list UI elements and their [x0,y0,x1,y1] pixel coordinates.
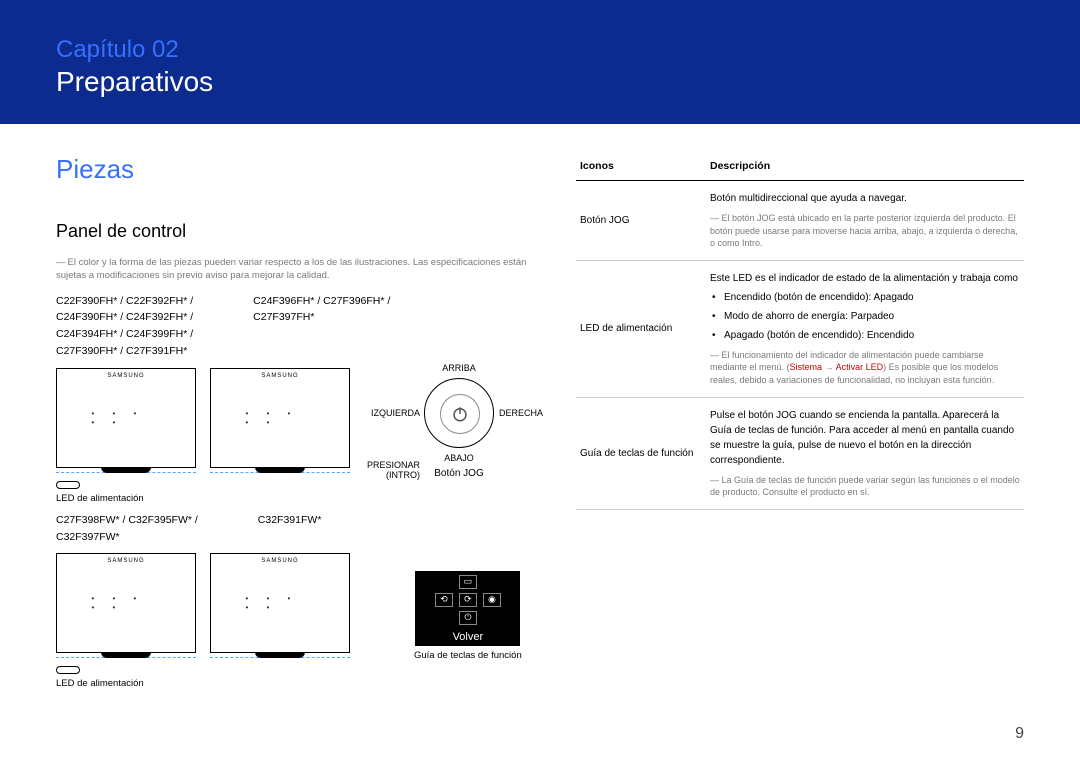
function-key-panel: ▭ ⟲⟳◉ ⏻ Volver [415,571,520,646]
table-header-desc: Descripción [706,154,1024,181]
row-key: Guía de teclas de función [576,397,706,509]
model-list-2b: C32F391FW* [258,512,322,546]
section-heading: Piezas [56,154,556,185]
jog-right-label: DERECHA [499,408,543,418]
jog-down-label: ABAJO [444,453,474,463]
model-list-1: C22F390FH* / C22F392FH* / C24F390FH* / C… [56,293,193,360]
table-row: LED de alimentación Este LED es el indic… [576,260,1024,397]
function-panel-label: Guía de teclas de función [414,650,522,661]
row-desc: Este LED es el indicador de estado de la… [706,260,1024,397]
led-label: LED de alimentación [56,493,196,504]
led-label: LED de alimentación [56,678,196,689]
row-key: LED de alimentación [576,260,706,397]
model-list-2: C27F398FW* / C32F395FW* / C32F397FW* [56,512,198,546]
row-desc: Pulse el botón JOG cuando se encienda la… [706,397,1024,509]
description-table: Iconos Descripción Botón JOG Botón multi… [576,154,1024,510]
table-row: Guía de teclas de función Pulse el botón… [576,397,1024,509]
row-key: Botón JOG [576,181,706,261]
chapter-label: Capítulo 02 [56,36,1024,64]
return-label: Volver [453,631,484,643]
note-1: ―El color y la forma de las piezas puede… [56,256,556,283]
led-pill-icon [56,666,80,674]
jog-up-label: ARRIBA [442,363,476,373]
page-number: 9 [1015,725,1024,743]
model-list-1b: C24F396FH* / C27F396FH* / C27F397FH* [253,293,390,360]
monitor-illustration: SAMSUNG• • • • • [210,368,350,468]
monitor-illustration: SAMSUNG• • • • • [56,368,196,468]
table-row: Botón JOG Botón multidireccional que ayu… [576,181,1024,261]
jog-name-label: Botón JOG [424,468,494,479]
power-icon [451,405,469,423]
row-desc: Botón multidireccional que ayuda a naveg… [706,181,1024,261]
subsection-heading: Panel de control [56,221,556,242]
chapter-header: Capítulo 02 Preparativos [0,0,1080,124]
jog-left-label: IZQUIERDA [365,408,420,418]
chapter-title: Preparativos [56,66,1024,98]
table-header-icons: Iconos [576,154,706,181]
led-pill-icon [56,481,80,489]
monitor-illustration: SAMSUNG• • • • • [210,553,350,653]
jog-button-diagram: ARRIBA ABAJO IZQUIERDA DERECHA PRESIONAR… [424,368,494,504]
monitor-illustration: SAMSUNG• • • • • [56,553,196,653]
jog-press-label: PRESIONAR(INTRO) [365,461,420,481]
